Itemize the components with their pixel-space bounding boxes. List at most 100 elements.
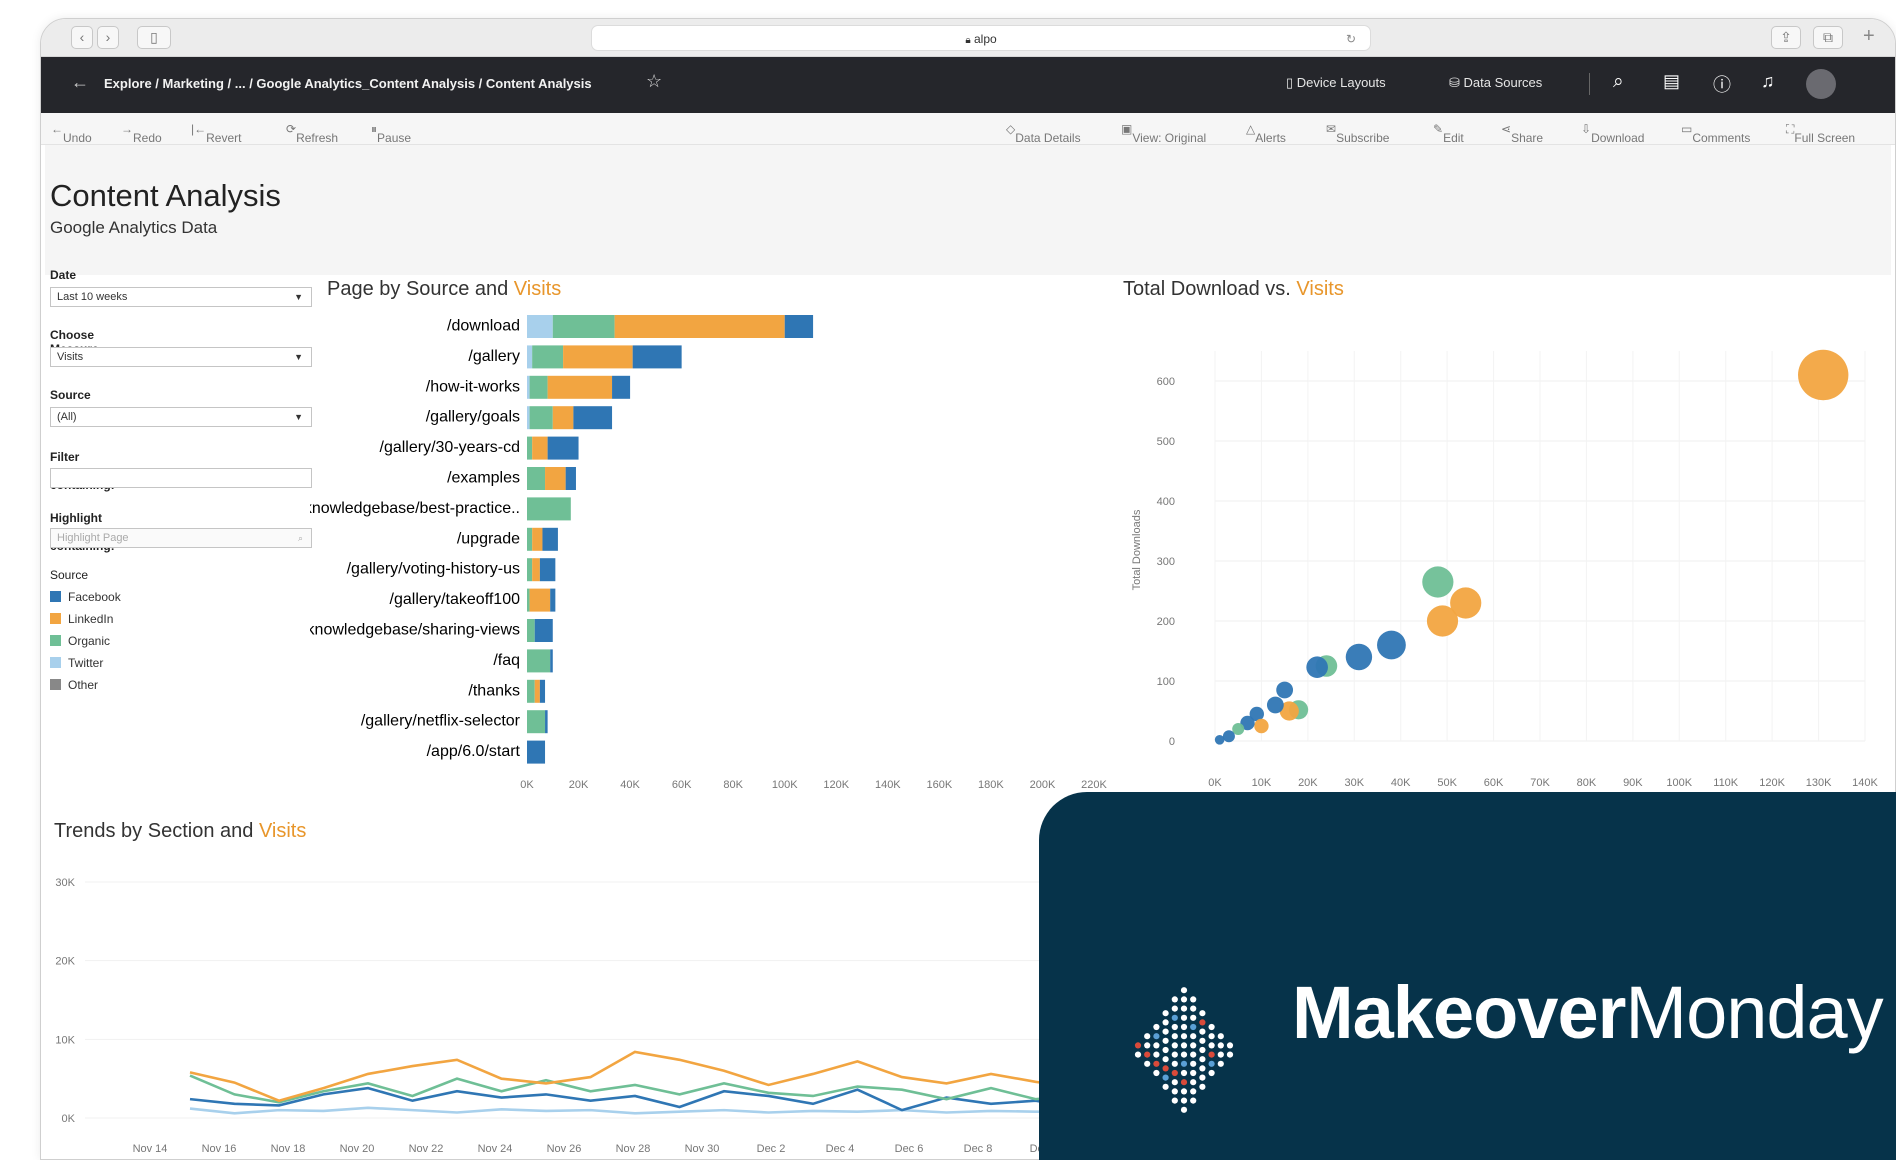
- x-tick-label: 60K: [1484, 777, 1504, 789]
- legend-item[interactable]: Other: [50, 678, 98, 692]
- logo-dot: [1162, 1074, 1169, 1081]
- view-original-button[interactable]: ▣ View: Original: [1121, 122, 1206, 145]
- sidebar-toggle-button[interactable]: ▯: [137, 26, 171, 49]
- legend-label: Twitter: [68, 656, 104, 670]
- x-tick-label: 10K: [1252, 777, 1272, 789]
- bar-segment: [527, 436, 533, 460]
- pause-button[interactable]: ⏸ Pause: [371, 122, 411, 145]
- reload-icon[interactable]: ↻: [1346, 26, 1356, 52]
- date-dropdown[interactable]: Last 10 weeks ▼: [50, 287, 312, 307]
- bar-category-label: /app/6.0/start: [427, 743, 521, 760]
- bar-segment: [539, 558, 556, 582]
- logo-dot: [1171, 1042, 1178, 1049]
- undo-button[interactable]: ← Undo: [51, 122, 92, 145]
- avatar[interactable]: [1806, 69, 1836, 99]
- comments-label: Comments: [1692, 131, 1751, 145]
- source-filter-label: Source: [50, 388, 91, 402]
- alerts-button[interactable]: △ Alerts: [1246, 122, 1286, 145]
- share-button[interactable]: ⇪: [1771, 26, 1801, 49]
- bar-segment: [542, 527, 558, 551]
- logo-dot: [1162, 1019, 1169, 1026]
- bell-icon[interactable]: ♫: [1761, 71, 1775, 92]
- revert-label: Revert: [206, 131, 242, 145]
- x-tick-label: Nov 30: [685, 1143, 720, 1155]
- logo-dot: [1171, 1023, 1178, 1031]
- top-nav: ← Explore / Marketing / ... / Google Ana…: [41, 57, 1895, 113]
- legend-item[interactable]: LinkedIn: [50, 612, 113, 626]
- help-icon[interactable]: ⓘ: [1713, 71, 1731, 97]
- x-tick-label: Nov 22: [409, 1143, 444, 1155]
- new-tab-button[interactable]: +: [1863, 25, 1875, 48]
- bar-category-label: /thanks: [468, 682, 520, 699]
- redo-button[interactable]: → Redo: [121, 122, 162, 145]
- alerts-label: Alerts: [1255, 131, 1286, 145]
- bar-segment: [527, 467, 546, 490]
- y-tick-label: 20K: [55, 956, 75, 968]
- legend-swatch: [50, 613, 61, 624]
- bar-segment: [529, 406, 553, 430]
- favorite-star-icon[interactable]: ☆: [646, 71, 662, 92]
- bar-segment: [527, 679, 535, 703]
- x-tick-label: Dec 4: [826, 1143, 855, 1155]
- filter-pages-input[interactable]: [50, 468, 312, 488]
- legend-item[interactable]: Organic: [50, 634, 110, 648]
- legend-item[interactable]: Twitter: [50, 656, 103, 670]
- logo-dot: [1134, 1042, 1142, 1049]
- x-tick-label: 0K: [1208, 777, 1222, 789]
- bar-segment: [552, 315, 615, 338]
- pause-label: Pause: [377, 131, 412, 145]
- subscribe-button[interactable]: ✉ Subscribe: [1326, 122, 1389, 145]
- logo-dot: [1190, 1097, 1197, 1104]
- back-arrow-icon[interactable]: ←: [71, 72, 89, 93]
- y-axis-label: Total Downloads: [1131, 509, 1143, 590]
- revert-button[interactable]: |← Revert: [191, 122, 241, 145]
- logo-dot: [1153, 1069, 1160, 1077]
- date-filter-label: Date: [50, 268, 77, 282]
- refresh-button[interactable]: ⟳ Refresh: [286, 122, 338, 145]
- logo-dot: [1199, 1019, 1206, 1026]
- search-icon: ⌕: [297, 533, 303, 543]
- comments-button[interactable]: ▭ Comments: [1681, 122, 1750, 145]
- highlight-pages-input[interactable]: Highlight Page ⌕: [50, 528, 312, 548]
- back-button[interactable]: ‹: [71, 26, 93, 49]
- logo-dot: [1180, 1069, 1188, 1077]
- notes-icon[interactable]: ▤: [1663, 71, 1680, 92]
- data-sources-button[interactable]: ⛁ Data Sources: [1449, 75, 1542, 91]
- x-tick-label: Nov 28: [616, 1143, 651, 1155]
- makeover-monday-logo-icon: [1134, 987, 1234, 1113]
- source-dropdown[interactable]: (All) ▼: [50, 407, 312, 427]
- browser-chrome: ‹ › ▯ 🔒︎ alpo ↻ ⇪ ⧉ +: [41, 19, 1895, 57]
- x-tick-label: 100K: [1666, 777, 1692, 789]
- logo-dot: [1180, 1033, 1188, 1040]
- logo-dot: [1144, 1060, 1151, 1067]
- bar-segment: [532, 345, 564, 369]
- data-details-button[interactable]: ◇ Data Details: [1006, 122, 1081, 145]
- search-icon[interactable]: ⌕: [1613, 71, 1624, 93]
- address-bar[interactable]: 🔒︎ alpo ↻: [591, 25, 1371, 51]
- tabs-button[interactable]: ⧉: [1813, 26, 1843, 49]
- subscribe-label: Subscribe: [1336, 131, 1390, 145]
- redo-label: Redo: [133, 131, 162, 145]
- logo-dot: [1190, 1005, 1197, 1012]
- bar-category-label: /gallery/netflix-selector: [361, 713, 521, 730]
- edit-button[interactable]: ✎ Edit: [1433, 122, 1464, 145]
- scatter-point: [1306, 656, 1328, 678]
- breadcrumb[interactable]: Explore / Marketing / ... / Google Analy…: [104, 76, 592, 91]
- forward-button[interactable]: ›: [97, 26, 119, 49]
- y-tick-label: 0: [1169, 736, 1175, 748]
- measure-dropdown[interactable]: Visits ▼: [50, 347, 312, 367]
- bar-segment: [547, 375, 613, 399]
- bar-segment: [529, 588, 551, 612]
- share-view-button[interactable]: ⋖ Share: [1501, 122, 1543, 145]
- series-line: [189, 1106, 1040, 1115]
- bar-segment: [527, 558, 533, 582]
- bar-category-label: /upgrade: [457, 530, 520, 547]
- legend-swatch: [50, 591, 61, 602]
- logo-dot: [1180, 1005, 1188, 1012]
- full-screen-button[interactable]: ⛶ Full Screen: [1786, 122, 1855, 145]
- download-button[interactable]: ⇩ Download: [1581, 122, 1644, 145]
- bar-segment: [534, 619, 553, 642]
- logo-dot: [1153, 1051, 1160, 1058]
- device-layouts-button[interactable]: ▯ Device Layouts: [1286, 75, 1386, 91]
- legend-item[interactable]: Facebook: [50, 590, 121, 604]
